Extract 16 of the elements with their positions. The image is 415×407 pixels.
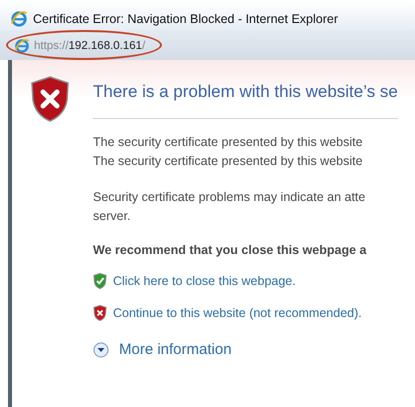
body-text: The security certificate presented by this website (93, 134, 364, 151)
body-text: server. (93, 208, 132, 225)
browser-logo-icon (14, 38, 30, 54)
check-shield-icon (93, 273, 107, 289)
recommendation-text: We recommend that you close this webpage a (93, 243, 368, 257)
browser-logo-icon (10, 10, 28, 28)
more-information-link[interactable]: More information (119, 341, 232, 358)
error-shield-icon (93, 305, 107, 321)
error-heading: There is a problem with this website’s se (93, 82, 398, 103)
address-field[interactable]: https://192.168.0.161/ (34, 40, 146, 52)
action-link[interactable]: Continue to this website (not recommended). (113, 306, 362, 320)
body-text: Security certificate problems may indicate an atte (93, 189, 366, 206)
window-title: Certificate Error: Navigation Blocked - Internet Explorer (33, 12, 338, 26)
error-shield-icon (30, 76, 70, 122)
body-text: The security certificate presented by this website (93, 153, 364, 170)
action-link[interactable]: Click here to close this webpage. (113, 274, 296, 288)
